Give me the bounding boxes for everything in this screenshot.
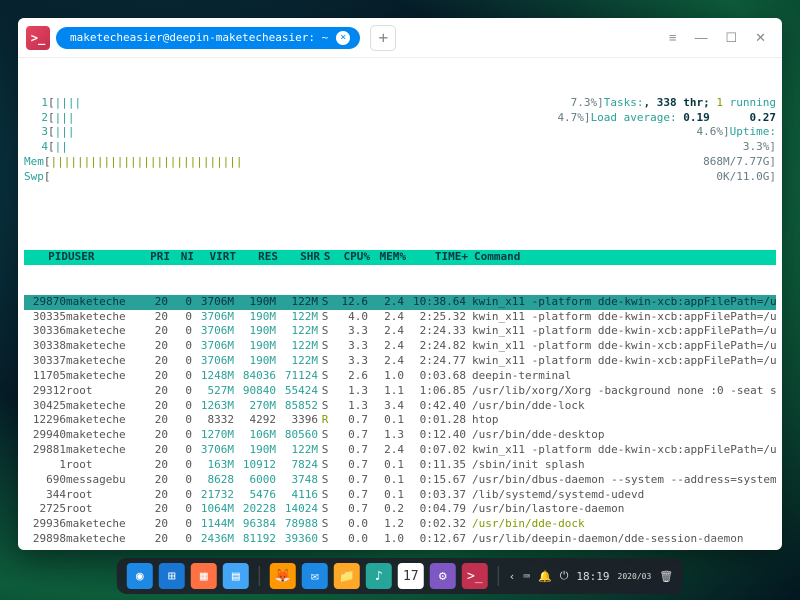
process-row[interactable]: 29870 maketeche2003706M190M122MS12.62.41… bbox=[24, 295, 776, 310]
process-row[interactable]: 30336 maketeche2003706M190M122MS3.32.42:… bbox=[24, 324, 776, 339]
process-row[interactable]: 30425 maketeche2001263M270M85852S1.33.40… bbox=[24, 399, 776, 414]
process-row[interactable]: 30335 maketeche2003706M190M122MS4.02.42:… bbox=[24, 310, 776, 325]
app-icon-2[interactable]: ▤ bbox=[223, 563, 249, 589]
window-controls: ≡ — ☐ ✕ bbox=[669, 30, 774, 46]
tab-active[interactable]: maketecheasier@deepin-maketecheasier: ~ … bbox=[56, 27, 360, 49]
process-row[interactable]: 29898 maketeche2002436M8119239360S0.01.0… bbox=[24, 532, 776, 547]
calendar-icon[interactable]: 17 bbox=[398, 563, 424, 589]
tray-expand-icon[interactable]: ‹ bbox=[509, 570, 516, 583]
notification-icon[interactable]: 🔔 bbox=[538, 570, 552, 583]
clock-date[interactable]: 2020/03 bbox=[618, 572, 652, 581]
process-row[interactable]: 29940 maketeche2001270M106M80560S0.71.30… bbox=[24, 428, 776, 443]
process-row[interactable]: 690 messagebu200862860003748S0.70.10:15.… bbox=[24, 473, 776, 488]
separator bbox=[498, 566, 499, 586]
settings-icon[interactable]: ⚙ bbox=[430, 563, 456, 589]
terminal-taskbar-icon[interactable]: >_ bbox=[462, 563, 488, 589]
shutdown-icon[interactable]: ⏻ bbox=[560, 569, 569, 583]
watermark: www.wsxdn.com bbox=[704, 537, 778, 548]
keyboard-icon[interactable]: ⌨ bbox=[523, 570, 530, 583]
tab-close-icon[interactable]: × bbox=[336, 31, 350, 45]
terminal-content[interactable]: 1 [||||7.3%] Tasks: , 338 thr; 1 running… bbox=[18, 58, 782, 550]
files-icon[interactable]: 📁 bbox=[334, 563, 360, 589]
process-row[interactable]: 2725 root2001064M2022814024S0.70.20:04.7… bbox=[24, 502, 776, 517]
clock[interactable]: 18:19 bbox=[576, 570, 609, 583]
music-icon[interactable]: ♪ bbox=[366, 563, 392, 589]
mail-icon[interactable]: ✉ bbox=[302, 563, 328, 589]
process-header[interactable]: PID USERPRINIVIRTRESSHRSCPU%MEM%TIME+Com… bbox=[24, 250, 776, 265]
menu-button[interactable]: ≡ bbox=[669, 30, 677, 45]
new-tab-button[interactable]: + bbox=[370, 25, 396, 51]
terminal-window: >_ maketecheasier@deepin-maketecheasier:… bbox=[18, 18, 782, 550]
terminal-app-icon: >_ bbox=[26, 26, 50, 50]
process-row[interactable]: 11705 maketeche2001248M8403671124S2.61.0… bbox=[24, 369, 776, 384]
minimize-button[interactable]: — bbox=[694, 30, 707, 45]
tab-title: maketecheasier@deepin-maketecheasier: ~ bbox=[70, 31, 328, 44]
multitask-icon[interactable]: ⊞ bbox=[159, 563, 185, 589]
firefox-icon[interactable]: 🦊 bbox=[270, 563, 296, 589]
app-icon-1[interactable]: ▦ bbox=[191, 563, 217, 589]
process-row[interactable]: 29936 maketeche2001144M9638478988S0.01.2… bbox=[24, 517, 776, 532]
titlebar: >_ maketecheasier@deepin-maketecheasier:… bbox=[18, 18, 782, 58]
process-row[interactable]: 344 root2002173254764116S0.70.10:03.37/l… bbox=[24, 488, 776, 503]
close-button[interactable]: ✕ bbox=[755, 30, 766, 46]
process-row[interactable]: 29881 maketeche2003706M190M122MS0.72.40:… bbox=[24, 443, 776, 458]
trash-icon[interactable]: 🗑 bbox=[659, 570, 673, 583]
process-row[interactable]: 30337 maketeche2003706M190M122MS3.32.42:… bbox=[24, 354, 776, 369]
maximize-button[interactable]: ☐ bbox=[725, 30, 737, 46]
process-row[interactable]: 29312 root200527M9084055424S1.31.11:06.8… bbox=[24, 384, 776, 399]
taskbar: ◉ ⊞ ▦ ▤ 🦊 ✉ 📁 ♪ 17 ⚙ >_ ‹ ⌨ 🔔 ⏻ 18:19 20… bbox=[117, 558, 683, 594]
launcher-icon[interactable]: ◉ bbox=[127, 563, 153, 589]
process-row[interactable]: 1 root200163M109127824S0.70.10:11.35/sbi… bbox=[24, 458, 776, 473]
process-row[interactable]: 12296 maketeche200833242923396R0.70.10:0… bbox=[24, 413, 776, 428]
process-row[interactable]: 30338 maketeche2003706M190M122MS3.32.42:… bbox=[24, 339, 776, 354]
system-tray: ‹ ⌨ 🔔 ⏻ 18:19 2020/03 🗑 bbox=[509, 569, 673, 583]
separator bbox=[259, 566, 260, 586]
